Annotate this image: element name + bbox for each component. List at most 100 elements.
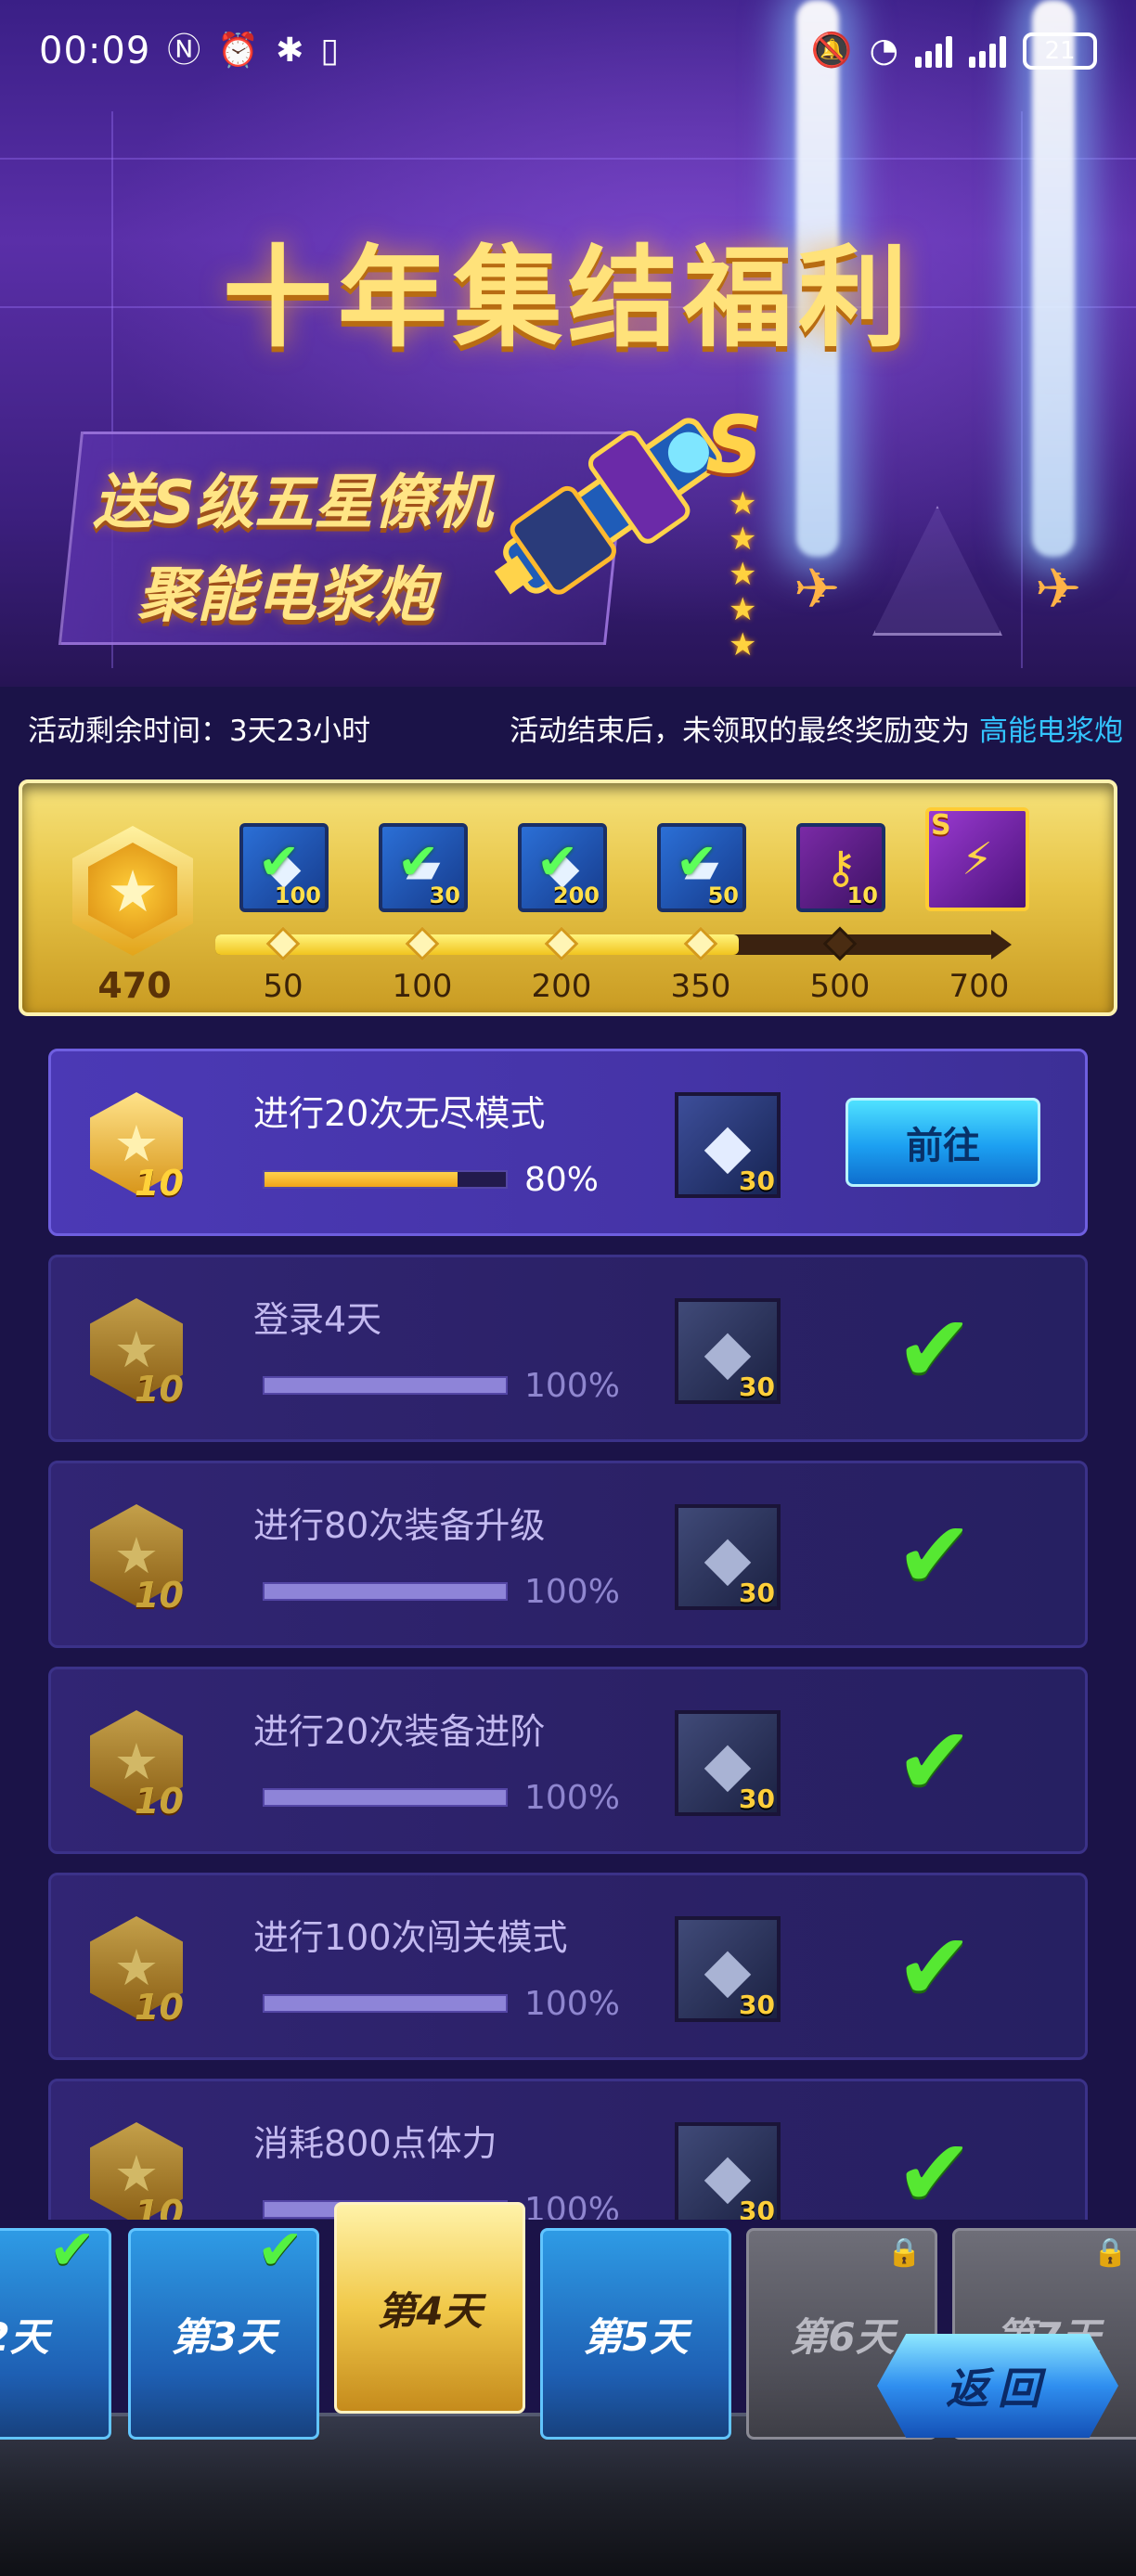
rank-s-badge: S [705,399,763,492]
task-points: 10 [135,1575,184,1616]
milestone-label: 100 [392,968,453,1005]
task-points: 10 [135,1781,184,1822]
nfc-icon: Ⓝ [167,32,201,70]
battery-icon: 21 [1023,32,1097,70]
task-progress-fill [265,1790,506,1805]
tab-label: 第5天 [583,2313,689,2360]
task-row: ★ 10 进行20次无尽模式 80% ◆ 30 前往 [48,1049,1088,1236]
banner-grid-line [0,158,1136,160]
remaining-time-text: 活动剩余时间：3天23小时 [28,715,371,748]
task-percent: 80% [524,1161,600,1199]
fighter-emblem-icon [872,506,1002,636]
plasma-cannon-icon: ⚡ [962,833,993,885]
event-banner: ✈ ✈ 十年集结福利 送S级五星僚机 聚能电浆炮 S ★ ★ ★ ★ ★ [0,0,1136,687]
task-row: ★ 10 进行80次装备升级 100% ◆ 30 ✔ [48,1461,1088,1648]
reward-qty: 100 [274,882,321,908]
back-button[interactable]: 返回 [877,2334,1118,2438]
task-reward-diamond[interactable]: ◆ 30 [675,2122,781,2220]
task-progress-fill [265,1378,506,1393]
task-progress-bar [263,1170,508,1189]
wingman-ship-icon: ✈ [1035,557,1082,622]
task-reward-diamond[interactable]: ◆ 30 [675,1916,781,2022]
reward-qty: 30 [739,1372,775,1402]
signal-icon [915,34,952,68]
task-progress-fill [265,1996,506,2011]
reward-qty: 30 [429,882,460,908]
promo-line-2: 聚能电浆炮 [137,561,434,630]
progress-arrow-icon [991,930,1012,960]
final-reward-notice: 活动结束后，未领取的最终奖励变为 高能电浆炮 [510,707,1123,749]
wingman-ship-icon: ✈ [794,557,841,622]
task-list[interactable]: ★ 10 进行20次无尽模式 80% ◆ 30 前往 ★ 10 登录4天 100%… [48,1049,1088,2220]
task-percent: 100% [524,1573,620,1611]
tab-label: 第4天 [377,2287,483,2334]
app-root: ✈ ✈ 十年集结福利 送S级五星僚机 聚能电浆炮 S ★ ★ ★ ★ ★ 00:… [0,0,1136,2576]
task-title: 进行20次无尽模式 [253,1093,546,1134]
task-progress-bar [263,1994,508,2013]
star-icon: ★ [729,485,757,522]
milestone-reward-diamond[interactable]: ◆ ✔ 200 [518,823,607,912]
tab-day-2[interactable]: 2天 ✔ [0,2218,111,2440]
milestone-reward-key[interactable]: ⚷ 10 [796,823,885,912]
task-points: 10 [135,1369,184,1410]
reward-qty: 30 [739,2196,775,2220]
tab-day-4[interactable]: 第4天 [334,2202,525,2414]
banner-title: 十年集结福利 [222,234,913,362]
task-points: 10 [135,1163,184,1204]
status-bar: 00:09 Ⓝ ⏰ ✱ ▯ 🔕 ◔ 21 [0,0,1136,102]
task-progress-fill [265,1172,458,1187]
wifi-icon: ◔ [869,32,898,70]
star-icon: ★ [729,521,757,558]
mute-icon: 🔕 [810,32,853,70]
five-stars: ★ ★ ★ ★ ★ [729,487,756,662]
go-button[interactable]: 前往 [846,1098,1040,1187]
tab-completed-check-icon: ✔ [256,2218,303,2283]
task-points: 10 [135,1987,184,2028]
task-row: ★ 10 消耗800点体力 100% ◆ 30 ✔ [48,2079,1088,2220]
milestone-label: 200 [531,968,592,1005]
reward-qty: 30 [739,1784,775,1814]
reward-qty: 30 [739,1578,775,1608]
final-reward-prefix: 活动结束后，未领取的最终奖励变为 [510,715,971,748]
milestone-reward-diamond[interactable]: ◆ ✔ 100 [239,823,329,912]
task-title: 进行20次装备进阶 [253,1711,546,1752]
task-reward-diamond[interactable]: ◆ 30 [675,1092,781,1198]
promo-line-1: 送S级五星僚机 [93,469,493,537]
task-reward-diamond[interactable]: ◆ 30 [675,1504,781,1610]
task-reward-diamond[interactable]: ◆ 30 [675,1710,781,1816]
alarm-icon: ⏰ [217,32,260,70]
reward-qty: 10 [846,882,878,908]
reward-qty: 30 [739,1990,775,2020]
star-icon: ★ [88,843,177,939]
reward-qty: 50 [707,882,739,908]
event-info-line: 活动剩余时间：3天23小时 活动结束后，未领取的最终奖励变为 高能电浆炮 [28,707,1123,749]
task-row: ★ 10 进行20次装备进阶 100% ◆ 30 ✔ [48,1667,1088,1854]
task-title: 进行80次装备升级 [253,1505,546,1546]
star-icon: ★ [729,626,757,663]
tab-label: 第3天 [171,2313,277,2360]
milestone-reward-card[interactable]: ▰ ✔ 50 [657,823,746,912]
task-title: 消耗800点体力 [253,2123,497,2164]
completed-check-icon: ✔ [896,1913,974,2021]
completed-check-icon: ✔ [896,2119,974,2220]
task-percent: 100% [524,1367,620,1405]
reward-qty: 30 [739,1166,775,1196]
task-progress-bar [263,1376,508,1395]
milestone-reward-card[interactable]: ▰ ✔ 30 [379,823,468,912]
task-points: 10 [135,2193,184,2220]
completed-check-icon: ✔ [896,1707,974,1815]
star-icon: ★ [729,556,757,593]
milestone-reward-weapon[interactable]: ⚡ S [925,807,1029,911]
task-percent: 100% [524,2191,620,2220]
task-title: 进行100次闯关模式 [253,1917,568,1958]
lock-icon: 🔒 [886,2236,922,2269]
task-row: ★ 10 进行100次闯关模式 100% ◆ 30 ✔ [48,1873,1088,2060]
tab-day-3[interactable]: 第3天 ✔ [128,2218,319,2440]
task-title: 登录4天 [253,1299,382,1340]
status-time: 00:09 [39,30,151,72]
tab-label: 第6天 [789,2313,895,2360]
task-reward-diamond[interactable]: ◆ 30 [675,1298,781,1404]
reward-qty: 200 [552,882,600,908]
tab-day-5[interactable]: 第5天 [540,2228,731,2440]
task-progress-bar [263,1582,508,1601]
